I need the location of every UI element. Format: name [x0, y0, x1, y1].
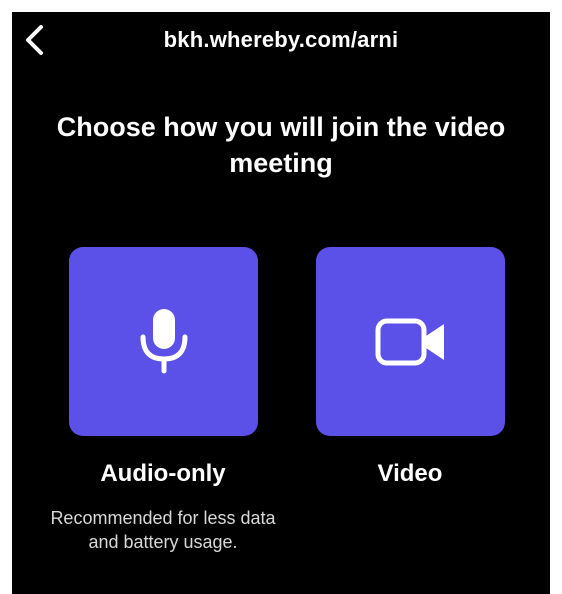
- audio-only-description: Recommended for less data and battery us…: [50, 508, 276, 552]
- microphone-icon: [140, 308, 187, 373]
- join-options-screen: bkh.whereby.com/arni Choose how you will…: [12, 12, 550, 594]
- chevron-left-icon: [26, 25, 43, 55]
- audio-only-option-button[interactable]: [69, 247, 258, 436]
- page-heading: Choose how you will join the video meeti…: [56, 112, 506, 178]
- video-option-button[interactable]: [316, 247, 505, 436]
- video-label[interactable]: Video: [285, 460, 535, 488]
- video-camera-icon: [375, 318, 444, 365]
- back-button[interactable]: [20, 22, 50, 58]
- page-url-title: bkh.whereby.com/arni: [163, 27, 399, 52]
- audio-only-label[interactable]: Audio-only: [38, 460, 288, 488]
